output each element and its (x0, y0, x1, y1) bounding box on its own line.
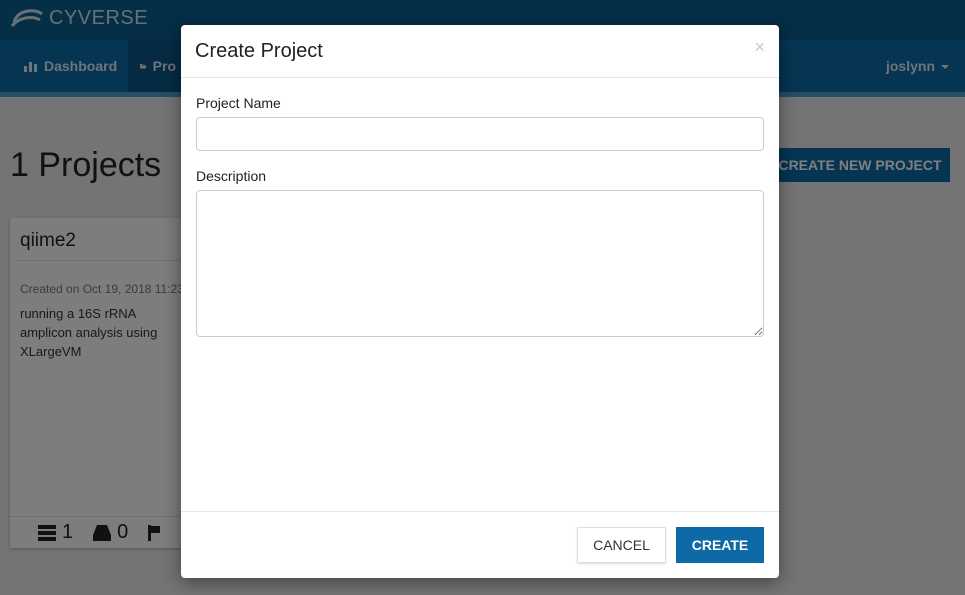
modal-title: Create Project (195, 40, 323, 62)
modal-footer: CANCEL CREATE (181, 511, 779, 578)
create-button[interactable]: CREATE (676, 527, 764, 563)
close-icon[interactable]: × (754, 38, 765, 56)
create-project-modal: Create Project × Project Name Descriptio… (181, 25, 779, 578)
modal-header: Create Project × (181, 25, 779, 78)
project-name-input[interactable] (196, 117, 764, 151)
description-label: Description (196, 168, 267, 184)
description-textarea[interactable] (196, 190, 764, 337)
project-name-label: Project Name (196, 95, 281, 111)
cancel-button[interactable]: CANCEL (577, 527, 666, 563)
